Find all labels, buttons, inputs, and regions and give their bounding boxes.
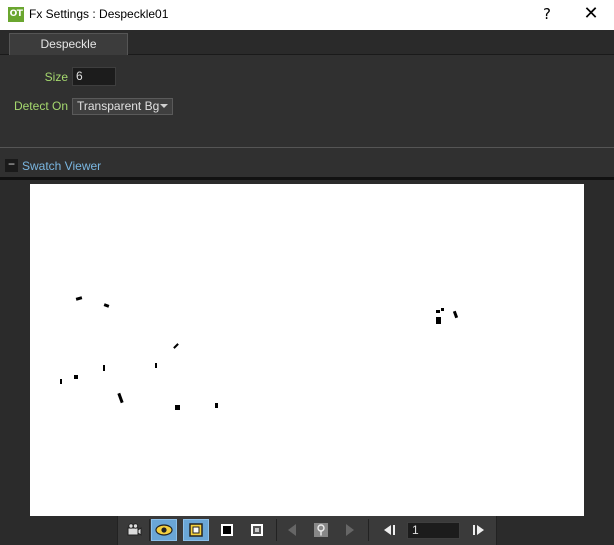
tab-despeckle[interactable]: Despeckle (9, 33, 128, 55)
preview-eye-icon (155, 524, 173, 536)
chevron-down-icon (160, 104, 168, 108)
camera-view-button[interactable] (121, 519, 147, 541)
key-button[interactable] (308, 519, 334, 541)
next-key-button[interactable] (337, 519, 363, 541)
black-bg-button[interactable] (214, 519, 240, 541)
speckle (215, 403, 218, 408)
speckle (117, 392, 124, 404)
frame-field[interactable]: 1 (407, 522, 460, 539)
detect-on-dropdown[interactable]: Transparent Bg (72, 98, 173, 115)
size-label: Size (44, 70, 68, 84)
preview-toggle-button[interactable] (151, 519, 177, 541)
speckle (103, 303, 110, 308)
prev-key-button[interactable] (279, 519, 305, 541)
checkerboard-bg-button[interactable] (244, 519, 270, 541)
speckle (60, 379, 62, 384)
swatch-viewer-header: − Swatch Viewer (0, 148, 614, 177)
swatch-canvas[interactable] (30, 184, 584, 517)
black-bg-icon (221, 524, 233, 536)
key-icon (314, 523, 328, 537)
white-bg-icon (189, 523, 203, 537)
checkerboard-bg-icon (251, 524, 263, 536)
next-key-icon (346, 524, 354, 536)
window-title: Fx Settings : Despeckle01 (29, 7, 169, 21)
speckle (75, 296, 83, 301)
divider (368, 519, 369, 541)
speckle (175, 405, 180, 410)
detect-on-value: Transparent Bg (77, 99, 160, 113)
tab-bar: Despeckle (0, 30, 614, 55)
next-frame-icon (473, 525, 484, 535)
swatch-viewer-title[interactable]: Swatch Viewer (22, 159, 101, 173)
speckle (74, 375, 78, 379)
parameters-panel: Size 6 Detect On Transparent Bg (0, 55, 614, 147)
prev-key-icon (288, 524, 296, 536)
camera-view-icon (127, 523, 142, 536)
toolbar-group: 1 (117, 516, 497, 545)
white-bg-button[interactable] (183, 519, 209, 541)
speckle (173, 343, 179, 349)
help-button[interactable]: ? (540, 5, 554, 23)
speckle (441, 308, 444, 311)
size-field[interactable]: 6 (72, 67, 116, 86)
speckle (155, 363, 157, 368)
speckle (436, 317, 441, 324)
speckle (103, 365, 105, 371)
title-bar: OT Fx Settings : Despeckle01 ? ✕ (0, 0, 614, 30)
speckle (436, 310, 440, 313)
next-frame-button[interactable] (466, 519, 492, 541)
prev-frame-button[interactable] (376, 519, 402, 541)
swatch-viewer (0, 177, 614, 517)
detect-on-label: Detect On (13, 99, 68, 113)
divider (149, 519, 150, 541)
prev-frame-icon (384, 525, 395, 535)
collapse-button[interactable]: − (5, 158, 18, 172)
speckle (452, 310, 459, 319)
viewer-toolbar: 1 (0, 516, 614, 545)
divider (276, 519, 277, 541)
app-logo-icon: OT (8, 7, 24, 22)
close-button[interactable]: ✕ (583, 3, 599, 24)
